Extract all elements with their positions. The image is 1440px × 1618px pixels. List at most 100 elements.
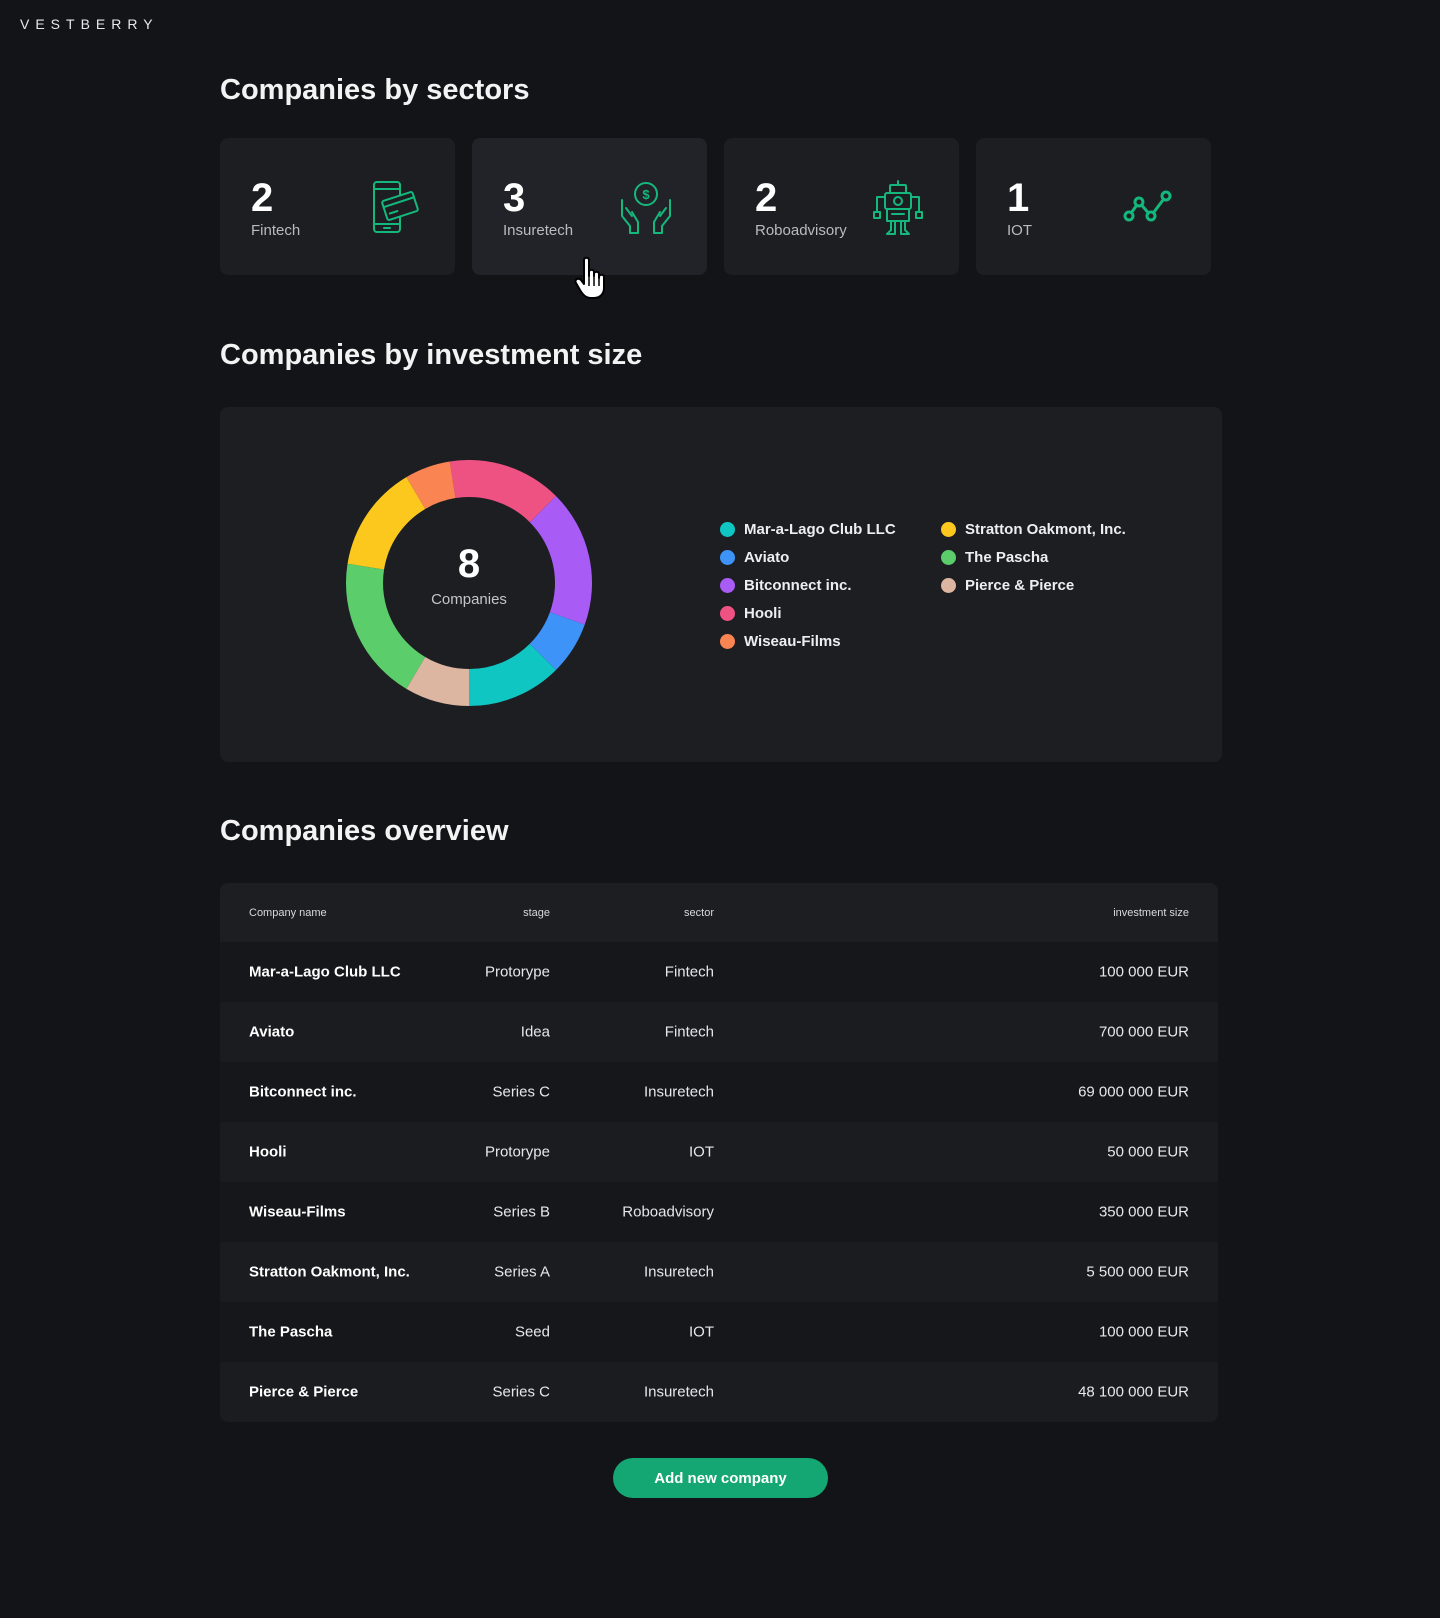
investment-cell: 700 000 EUR [1098, 1023, 1189, 1041]
sector-card-fintech[interactable]: 2 Fintech [220, 138, 455, 275]
investment-cell: 69 000 000 EUR [1078, 1083, 1189, 1101]
column-header-sector[interactable]: sector [684, 907, 714, 919]
donut-total-label: Companies [431, 591, 507, 608]
sector-cell: Fintech [664, 1023, 714, 1041]
companies-table: Company name stage sector investment siz… [220, 883, 1218, 1422]
legend-label: Wiseau-Films [744, 632, 841, 650]
overview-title: Companies overview [220, 815, 509, 847]
column-header-name[interactable]: Company name [249, 907, 327, 919]
legend-swatch [941, 549, 956, 565]
investment-cell: 48 100 000 EUR [1078, 1383, 1189, 1401]
add-company-button[interactable]: Add new company [613, 1458, 828, 1498]
sector-label: IOT [1007, 222, 1032, 239]
investment-cell: 50 000 EUR [1107, 1143, 1189, 1161]
stage-cell: Protorype [484, 1143, 550, 1161]
hands-coin-icon: $ [621, 182, 671, 234]
donut-center: 8 Companies [346, 460, 592, 706]
column-header-investment[interactable]: investment size [1113, 907, 1189, 919]
robot-icon [873, 180, 923, 235]
svg-text:$: $ [642, 187, 650, 202]
company-name-cell: Hooli [249, 1143, 287, 1161]
donut-panel: 8 Companies Mar-a-Lago Club LLC Aviato Bit… [220, 407, 1222, 762]
legend-swatch [720, 549, 735, 565]
sectors-title: Companies by sectors [220, 74, 530, 106]
investment-cell: 100 000 EUR [1098, 1323, 1189, 1341]
column-header-stage[interactable]: stage [523, 907, 550, 919]
table-row[interactable]: Hooli Protorype IOT 50 000 EUR [220, 1122, 1218, 1182]
legend-item[interactable]: Mar-a-Lago Club LLC [720, 515, 941, 543]
legend-swatch [720, 633, 735, 649]
table-row[interactable]: Stratton Oakmont, Inc. Series A Insuretech… [220, 1242, 1218, 1302]
company-name-cell: Stratton Oakmont, Inc. [249, 1263, 410, 1281]
table-row[interactable]: Pierce & Pierce Series C Insuretech 48 100 … [220, 1362, 1218, 1422]
legend-label: Bitconnect inc. [744, 576, 852, 594]
donut-chart: 8 Companies [346, 460, 592, 706]
sector-cell: IOT [689, 1323, 714, 1341]
overview-section: Companies overview Company name stage se… [220, 815, 1220, 1422]
investment-section: Companies by investment size 8 Companies… [220, 339, 1222, 762]
sector-count: 1 [1007, 176, 1030, 220]
legend-item[interactable]: Stratton Oakmont, Inc. [941, 515, 1181, 543]
table-row[interactable]: Wiseau-Films Series B Roboadvisory 350 000 … [220, 1182, 1218, 1242]
legend-label: Hooli [744, 604, 782, 622]
stage-cell: Series C [492, 1083, 550, 1101]
sector-cell: Insuretech [643, 1383, 714, 1401]
brand-logo: VESTBERRY [20, 16, 159, 32]
legend-label: Pierce & Pierce [965, 576, 1075, 594]
line-graph-icon [1123, 190, 1172, 222]
table-body: Mar-a-Lago Club LLC Protorype Fintech 100 0… [220, 942, 1218, 1422]
legend-swatch [720, 605, 735, 621]
company-name-cell: Aviato [249, 1023, 295, 1041]
legend-label: The Pascha [965, 548, 1049, 566]
donut-total: 8 [457, 542, 481, 586]
sector-cell: Insuretech [643, 1083, 714, 1101]
sector-count: 2 [755, 176, 778, 220]
sector-cards: 2 Fintech 3 Insuretech $ 2 Roboadvisory … [220, 138, 1220, 275]
legend-item[interactable]: Hooli [720, 599, 941, 627]
sector-card-insuretech[interactable]: 3 Insuretech $ [472, 138, 707, 275]
company-name-cell: Bitconnect inc. [249, 1083, 357, 1101]
company-name-cell: Wiseau-Films [249, 1203, 346, 1221]
donut-legend: Mar-a-Lago Club LLC Aviato Bitconnect inc.… [720, 515, 1181, 655]
company-name-cell: Pierce & Pierce [249, 1383, 359, 1401]
investment-cell: 350 000 EUR [1098, 1203, 1189, 1221]
legend-label: Stratton Oakmont, Inc. [965, 520, 1126, 538]
table-row[interactable]: Bitconnect inc. Series C Insuretech 69 000 … [220, 1062, 1218, 1122]
stage-cell: Seed [514, 1323, 550, 1341]
sector-card-iot[interactable]: 1 IOT [976, 138, 1211, 275]
sector-count: 3 [503, 176, 526, 220]
legend-item[interactable]: The Pascha [941, 543, 1181, 571]
sector-count: 2 [251, 176, 274, 220]
legend-label: Mar-a-Lago Club LLC [744, 520, 896, 538]
table-row[interactable]: Aviato Idea Fintech 700 000 EUR [220, 1002, 1218, 1062]
investment-title: Companies by investment size [220, 339, 643, 371]
sector-label: Roboadvisory [755, 222, 847, 239]
stage-cell: Protorype [484, 963, 550, 981]
sector-label: Insuretech [503, 222, 574, 239]
sectors-section: Companies by sectors 2 Fintech 3 Insuret… [220, 74, 1220, 275]
sector-cell: IOT [689, 1143, 714, 1161]
stage-cell: Series A [494, 1263, 550, 1281]
legend-swatch [720, 577, 735, 593]
legend-swatch [941, 521, 956, 537]
table-row[interactable]: The Pascha Seed IOT 100 000 EUR [220, 1302, 1218, 1362]
company-name-cell: Mar-a-Lago Club LLC [249, 963, 401, 981]
sector-cell: Insuretech [643, 1263, 714, 1281]
stage-cell: Series C [492, 1383, 550, 1401]
company-name-cell: The Pascha [249, 1323, 333, 1341]
sector-cell: Roboadvisory [622, 1203, 714, 1221]
sector-card-roboadvisory[interactable]: 2 Roboadvisory [724, 138, 959, 275]
investment-cell: 5 500 000 EUR [1086, 1263, 1189, 1281]
sector-label: Fintech [251, 222, 301, 239]
legend-swatch [941, 577, 956, 593]
table-row[interactable]: Mar-a-Lago Club LLC Protorype Fintech 100 0… [220, 942, 1218, 1002]
legend-item[interactable]: Wiseau-Films [720, 627, 941, 655]
legend-item[interactable]: Pierce & Pierce [941, 571, 1181, 599]
legend-item[interactable]: Bitconnect inc. [720, 571, 941, 599]
investment-cell: 100 000 EUR [1098, 963, 1189, 981]
table-header: Company name stage sector investment siz… [220, 883, 1218, 942]
stage-cell: Series B [493, 1203, 550, 1221]
legend-item[interactable]: Aviato [720, 543, 941, 571]
sector-cell: Fintech [664, 963, 714, 981]
stage-cell: Idea [520, 1023, 550, 1041]
